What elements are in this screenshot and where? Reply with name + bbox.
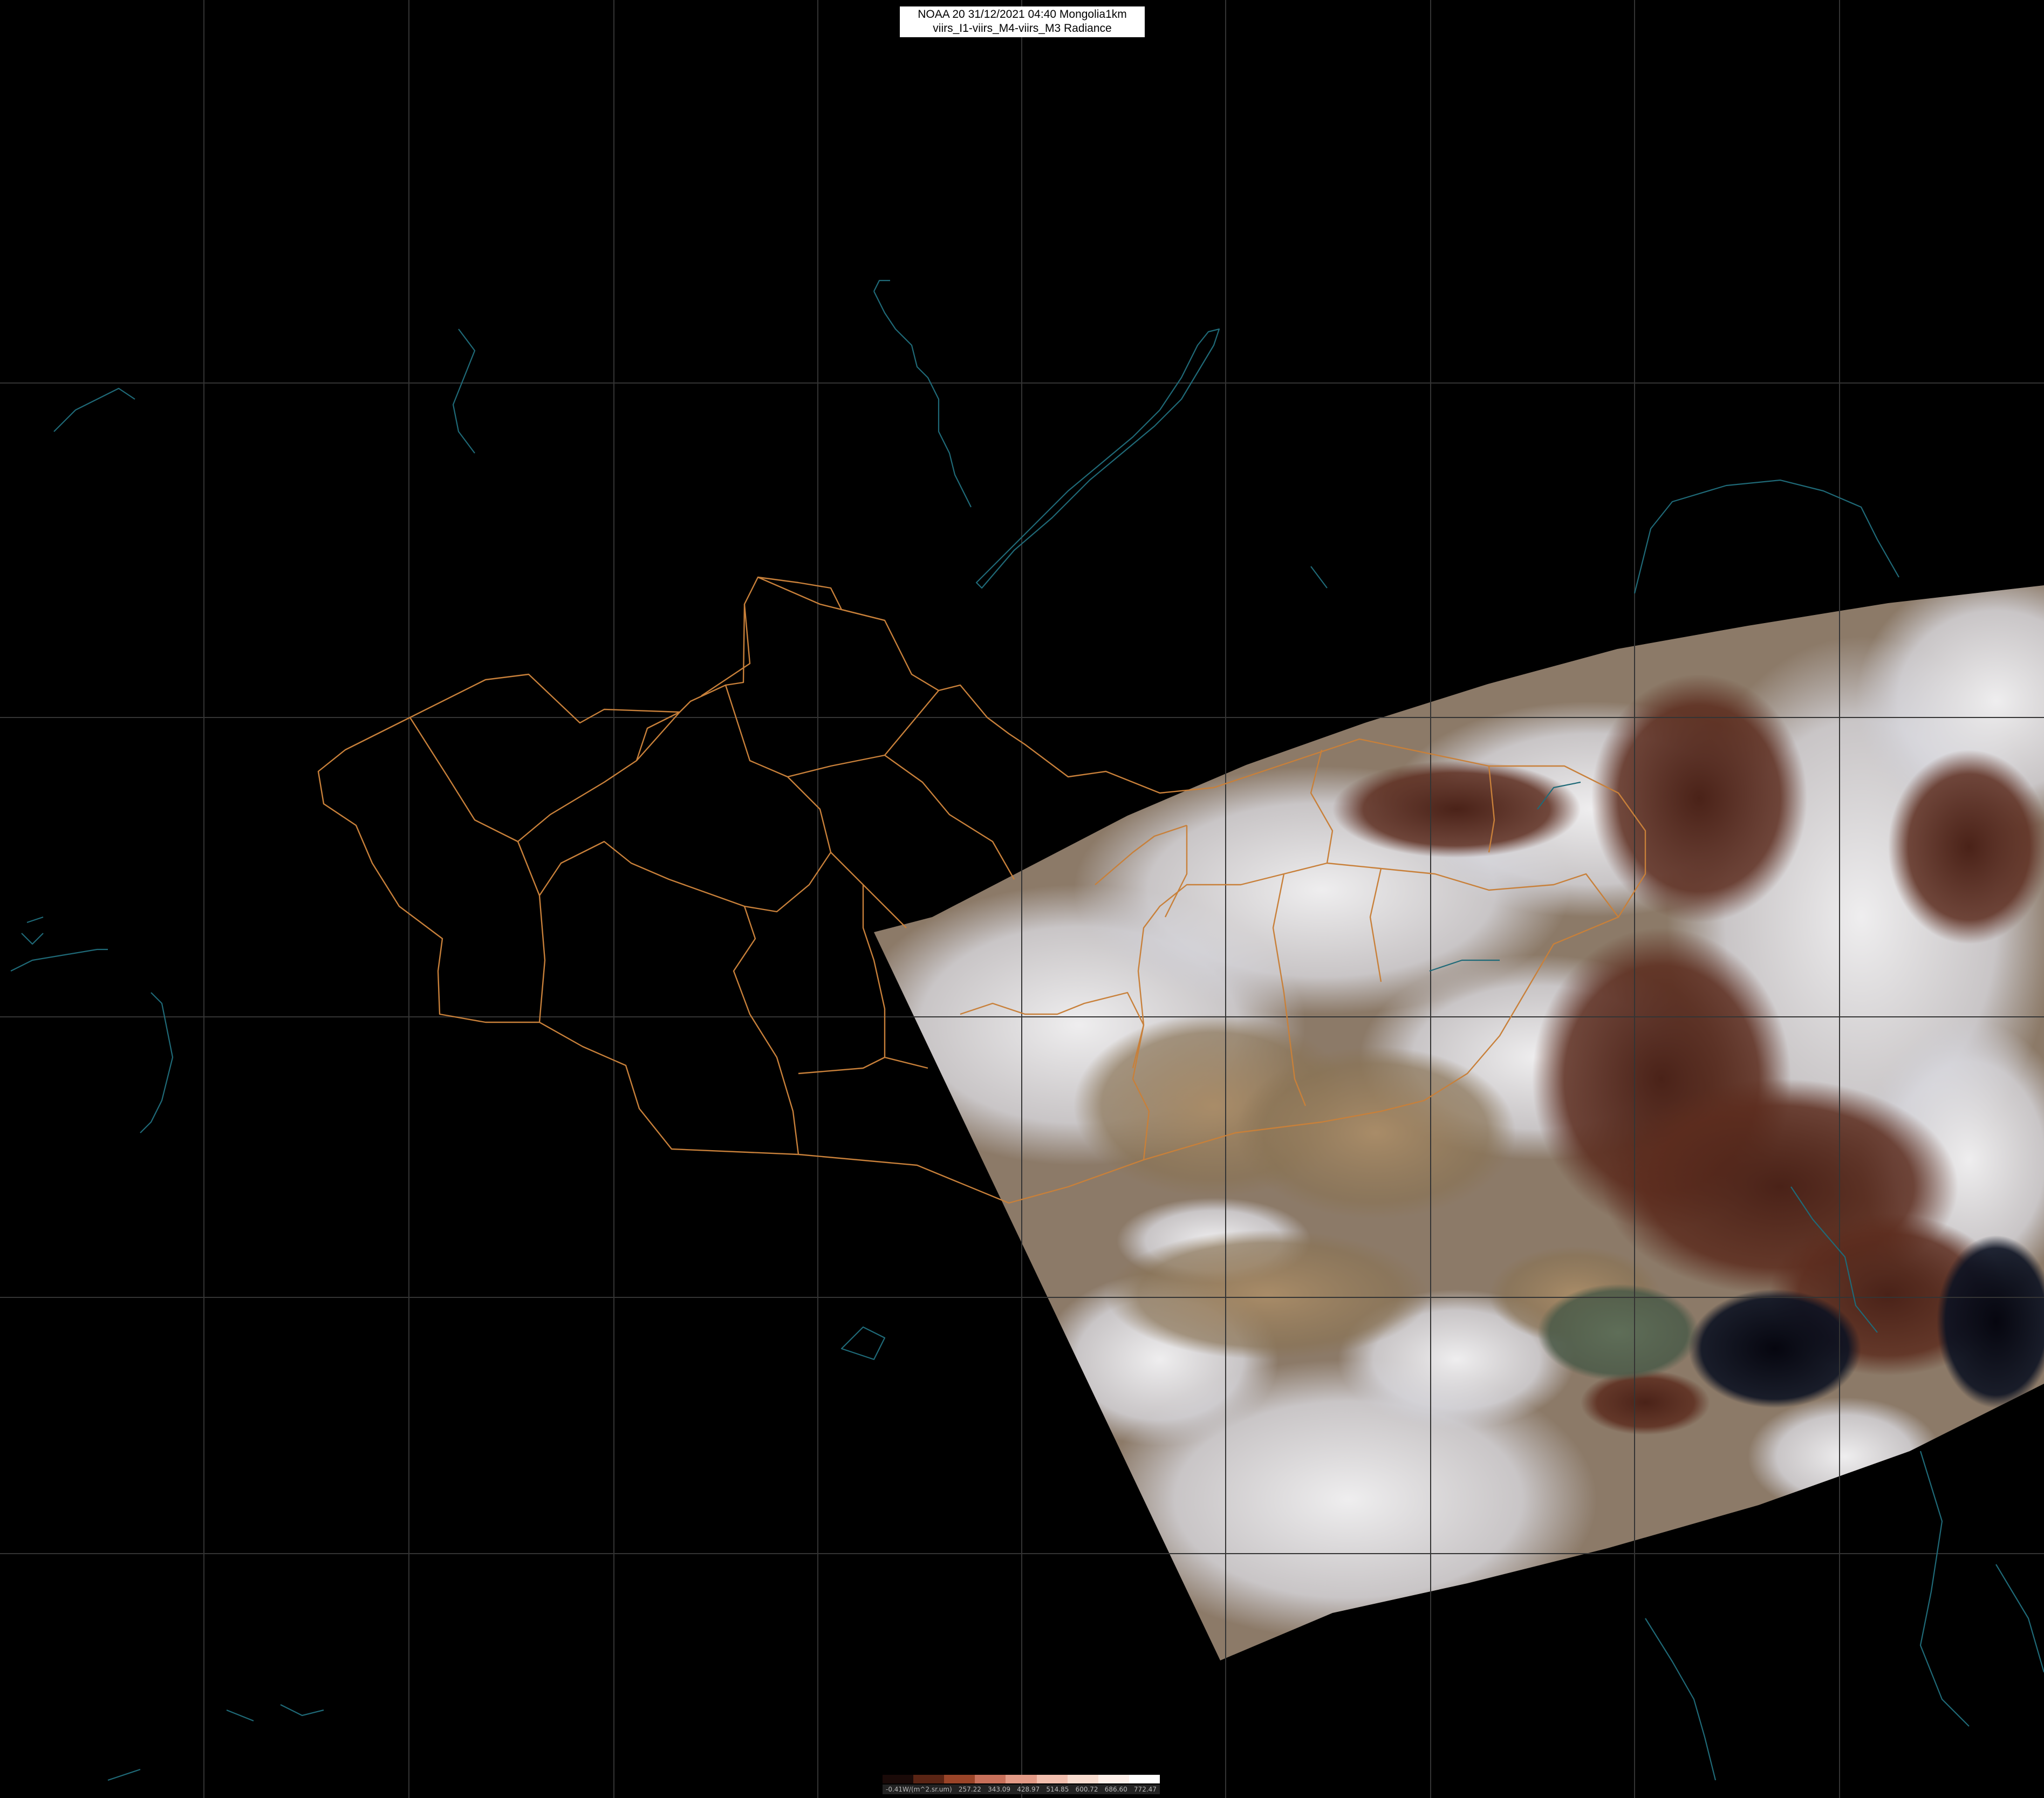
map-title: NOAA 20 31/12/2021 04:40 Mongolia1km vii… [900, 6, 1145, 37]
colorbar-label: -0.41W/(m^2.sr.um) [886, 1786, 952, 1793]
title-line-1: NOAA 20 31/12/2021 04:40 Mongolia1km [918, 8, 1127, 20]
colorbar-label: 772.47 [1133, 1786, 1157, 1793]
colorbar-label: 428.97 [1017, 1786, 1040, 1793]
colorbar-cell [913, 1775, 945, 1783]
colorbar-cell [1129, 1775, 1160, 1783]
colorbar-cell [883, 1775, 914, 1783]
title-line-2: viirs_I1-viirs_M4-viirs_M3 Radiance [933, 22, 1112, 35]
colorbar-cell [944, 1775, 975, 1783]
colorbar-cell [1036, 1775, 1068, 1783]
colorbar-cell [1006, 1775, 1037, 1783]
colorbar-cell [975, 1775, 1006, 1783]
satellite-map [0, 0, 2044, 1798]
colorbar-label: 600.72 [1075, 1786, 1098, 1793]
colorbar-cell [1098, 1775, 1129, 1783]
colorbar-label: 343.09 [988, 1786, 1011, 1793]
colorbar-label: 686.60 [1104, 1786, 1127, 1793]
colorbar-cell [1067, 1775, 1098, 1783]
colorbar-label: 257.22 [958, 1786, 981, 1793]
colorbar-gradient [883, 1775, 1160, 1783]
colorbar-legend: -0.41W/(m^2.sr.um) 257.22 343.09 428.97 … [883, 1775, 1160, 1795]
colorbar-labels: -0.41W/(m^2.sr.um) 257.22 343.09 428.97 … [883, 1785, 1160, 1794]
colorbar-label: 514.85 [1046, 1786, 1069, 1793]
